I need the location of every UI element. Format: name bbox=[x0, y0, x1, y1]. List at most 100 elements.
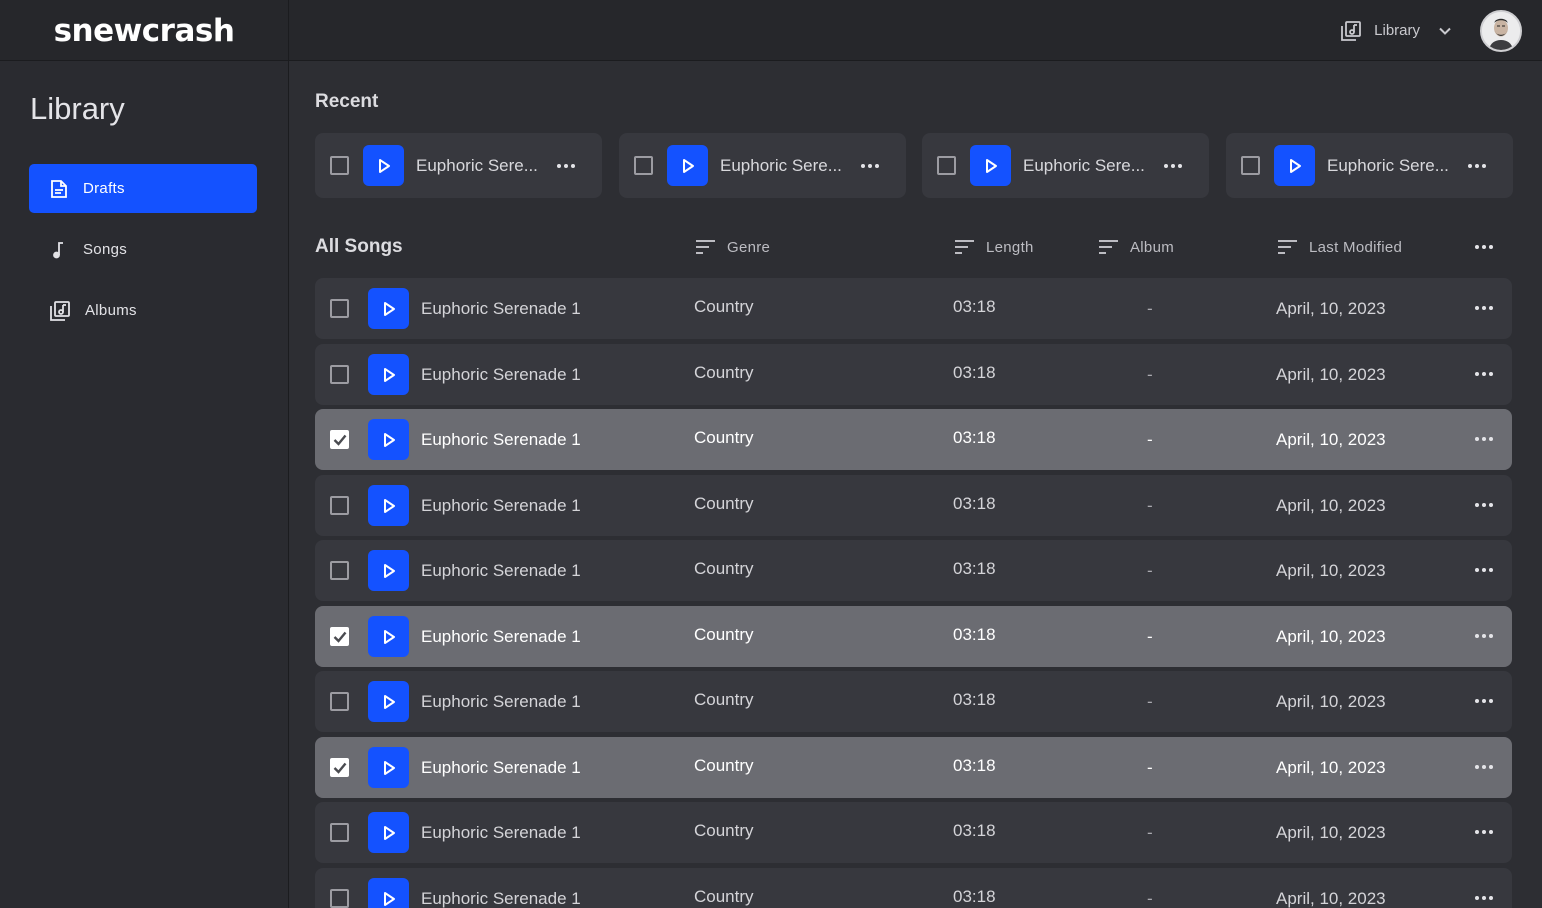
table-row[interactable]: Euphoric Serenade 1 Country 03:18 - April, 1… bbox=[315, 278, 1512, 339]
row-checkbox[interactable] bbox=[330, 365, 349, 384]
play-button[interactable] bbox=[1274, 145, 1315, 186]
table-row[interactable]: Euphoric Serenade 1 Country 03:18 - April, 1… bbox=[315, 802, 1512, 863]
library-music-icon bbox=[1341, 20, 1362, 41]
play-button[interactable] bbox=[368, 878, 409, 908]
more-options-button[interactable] bbox=[1472, 558, 1496, 582]
more-options-button[interactable] bbox=[1472, 427, 1496, 451]
more-options-button[interactable] bbox=[1472, 493, 1496, 517]
more-options-button[interactable] bbox=[1161, 154, 1185, 178]
song-length: 03:18 bbox=[953, 363, 996, 382]
more-horizontal-icon bbox=[1475, 699, 1493, 703]
recent-card[interactable]: Euphoric Sere... bbox=[1226, 133, 1513, 198]
table-row[interactable]: Euphoric Serenade 1 Country 03:18 - April, 1… bbox=[315, 344, 1512, 405]
play-icon bbox=[383, 891, 395, 906]
song-last-modified: April, 10, 2023 bbox=[1276, 627, 1386, 646]
song-last-modified: April, 10, 2023 bbox=[1276, 561, 1386, 580]
select-checkbox[interactable] bbox=[1241, 156, 1260, 175]
row-checkbox[interactable] bbox=[330, 496, 349, 515]
song-name: Euphoric Serenade 1 bbox=[421, 365, 581, 384]
row-checkbox[interactable] bbox=[330, 430, 349, 449]
more-horizontal-icon bbox=[1475, 306, 1493, 310]
check-icon bbox=[333, 762, 346, 774]
row-checkbox[interactable] bbox=[330, 561, 349, 580]
row-checkbox[interactable] bbox=[330, 299, 349, 318]
column-label: Genre bbox=[727, 238, 771, 256]
sort-genre-header[interactable]: Genre bbox=[696, 236, 770, 258]
row-checkbox[interactable] bbox=[330, 692, 349, 711]
song-genre: Country bbox=[694, 625, 754, 644]
song-length: 03:18 bbox=[953, 297, 996, 316]
draft-doc-icon bbox=[51, 179, 67, 198]
recent-card[interactable]: Euphoric Sere... bbox=[315, 133, 602, 198]
recent-song-name: Euphoric Sere... bbox=[720, 155, 842, 175]
row-checkbox[interactable] bbox=[330, 627, 349, 646]
avatar[interactable] bbox=[1480, 9, 1522, 52]
more-options-button[interactable] bbox=[1465, 154, 1489, 178]
song-album: - bbox=[1147, 889, 1153, 908]
play-button[interactable] bbox=[368, 419, 409, 460]
play-button[interactable] bbox=[368, 485, 409, 526]
play-icon bbox=[383, 432, 395, 447]
more-options-button[interactable] bbox=[1472, 689, 1496, 713]
table-row[interactable]: Euphoric Serenade 1 Country 03:18 - April, 1… bbox=[315, 409, 1512, 470]
play-button[interactable] bbox=[368, 747, 409, 788]
table-row[interactable]: Euphoric Serenade 1 Country 03:18 - April, 1… bbox=[315, 475, 1512, 536]
sidebar-item-songs[interactable]: Songs bbox=[29, 225, 257, 274]
table-row[interactable]: Euphoric Serenade 1 Country 03:18 - April, 1… bbox=[315, 606, 1512, 667]
row-checkbox[interactable] bbox=[330, 889, 349, 908]
play-icon bbox=[383, 694, 395, 709]
song-last-modified: April, 10, 2023 bbox=[1276, 889, 1386, 908]
play-button[interactable] bbox=[368, 550, 409, 591]
song-name: Euphoric Serenade 1 bbox=[421, 889, 581, 908]
more-options-button[interactable] bbox=[1472, 820, 1496, 844]
table-row[interactable]: Euphoric Serenade 1 Country 03:18 - April, 1… bbox=[315, 671, 1512, 732]
sort-length-header[interactable]: Length bbox=[955, 236, 1034, 258]
song-name: Euphoric Serenade 1 bbox=[421, 299, 581, 318]
library-switcher[interactable]: Library bbox=[1340, 20, 1452, 42]
sidebar-item-albums[interactable]: Albums bbox=[29, 286, 257, 335]
more-options-button[interactable] bbox=[1472, 755, 1496, 779]
song-genre: Country bbox=[694, 821, 754, 840]
play-button[interactable] bbox=[368, 354, 409, 395]
table-row[interactable]: Euphoric Serenade 1 Country 03:18 - April, 1… bbox=[315, 737, 1512, 798]
more-horizontal-icon bbox=[1475, 245, 1493, 249]
more-horizontal-icon bbox=[1475, 437, 1493, 441]
recent-card[interactable]: Euphoric Sere... bbox=[922, 133, 1209, 198]
row-checkbox[interactable] bbox=[330, 823, 349, 842]
more-horizontal-icon bbox=[1475, 896, 1493, 900]
play-icon bbox=[985, 158, 997, 173]
library-switcher-label: Library bbox=[1374, 22, 1420, 39]
play-button[interactable] bbox=[368, 616, 409, 657]
play-button[interactable] bbox=[667, 145, 708, 186]
select-checkbox[interactable] bbox=[330, 156, 349, 175]
table-row[interactable]: Euphoric Serenade 1 Country 03:18 - April, 1… bbox=[315, 868, 1512, 908]
more-options-button[interactable] bbox=[1472, 886, 1496, 908]
play-icon bbox=[383, 825, 395, 840]
select-checkbox[interactable] bbox=[937, 156, 956, 175]
play-button[interactable] bbox=[368, 288, 409, 329]
sort-last-modified-header[interactable]: Last Modified bbox=[1278, 236, 1402, 258]
more-options-button[interactable] bbox=[554, 154, 578, 178]
song-length: 03:18 bbox=[953, 625, 996, 644]
column-label: Length bbox=[986, 238, 1034, 256]
play-button[interactable] bbox=[970, 145, 1011, 186]
song-genre: Country bbox=[694, 363, 754, 382]
more-options-button[interactable] bbox=[1472, 296, 1496, 320]
more-options-button[interactable] bbox=[858, 154, 882, 178]
song-genre: Country bbox=[694, 494, 754, 513]
more-options-button[interactable] bbox=[1472, 362, 1496, 386]
recent-card[interactable]: Euphoric Sere... bbox=[619, 133, 906, 198]
table-row[interactable]: Euphoric Serenade 1 Country 03:18 - April, 1… bbox=[315, 540, 1512, 601]
row-checkbox[interactable] bbox=[330, 758, 349, 777]
select-checkbox[interactable] bbox=[634, 156, 653, 175]
sort-album-header[interactable]: Album bbox=[1099, 236, 1174, 258]
brand-logo[interactable]: snewcrash bbox=[0, 0, 289, 61]
play-icon bbox=[1289, 158, 1301, 173]
more-options-button[interactable] bbox=[1472, 624, 1496, 648]
play-button[interactable] bbox=[363, 145, 404, 186]
table-options-button[interactable] bbox=[1472, 235, 1496, 259]
song-genre: Country bbox=[694, 887, 754, 906]
play-button[interactable] bbox=[368, 681, 409, 722]
sidebar-item-drafts[interactable]: Drafts bbox=[29, 164, 257, 213]
play-button[interactable] bbox=[368, 812, 409, 853]
